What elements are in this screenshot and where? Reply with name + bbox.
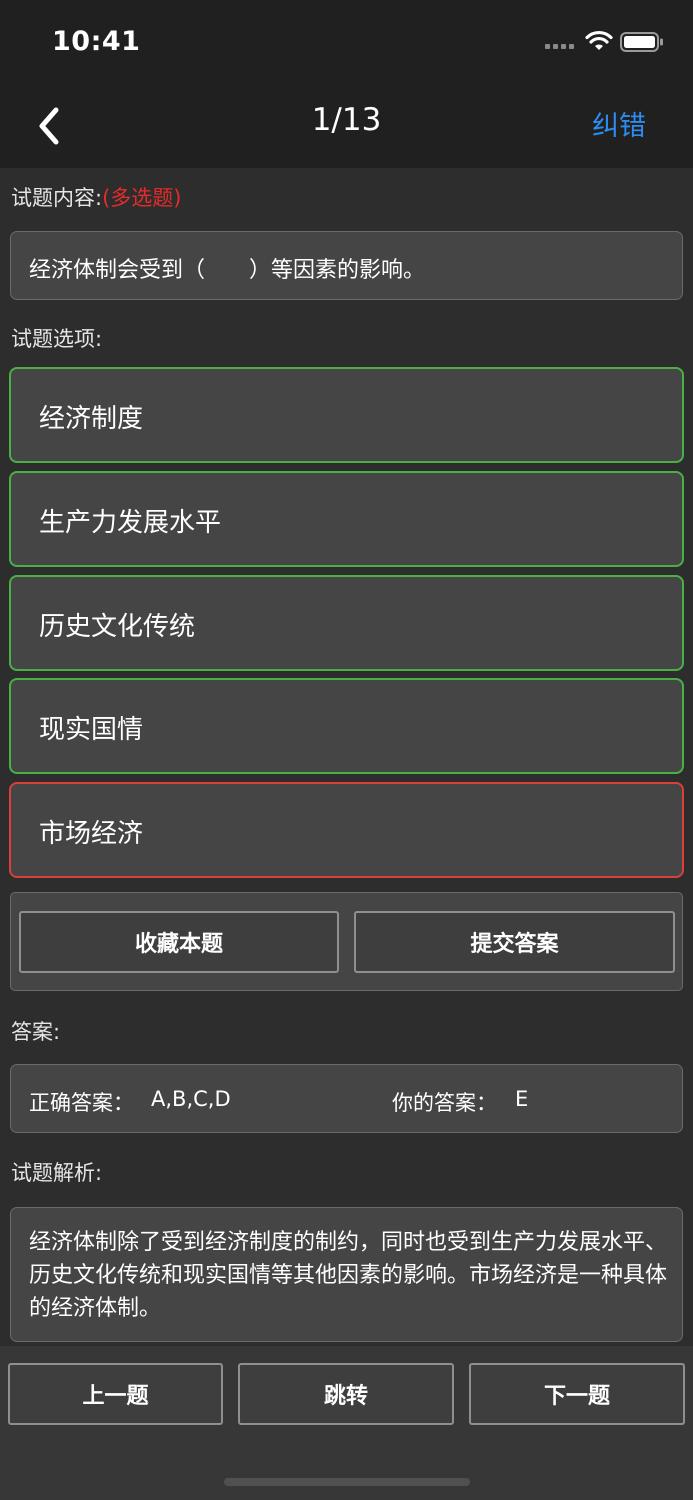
- question-type-tag: (多选题): [102, 186, 182, 210]
- analysis-section-label: 试题解析:: [11, 1161, 103, 1185]
- option-b[interactable]: 生产力发展水平: [9, 471, 684, 567]
- correct-answer-value: A,B,C,D: [151, 1087, 231, 1111]
- analysis-text: 经济体制除了受到经济制度的制约，同时也受到生产力发展水平、历史文化传统和现实国情…: [29, 1230, 668, 1321]
- action-panel: 收藏本题 提交答案: [10, 892, 683, 991]
- answer-box: 正确答案： A,B,C,D 你的答案： E: [10, 1064, 683, 1133]
- option-label: 市场经济: [39, 819, 144, 849]
- option-label: 经济制度: [39, 404, 144, 434]
- option-label: 现实国情: [39, 715, 144, 745]
- page-title: 1/13: [311, 102, 382, 138]
- status-time: 10:41: [52, 26, 141, 57]
- report-error-button[interactable]: 纠错: [592, 104, 646, 143]
- wifi-icon: [585, 30, 613, 50]
- navigation-bar: 1/13 纠错: [0, 84, 693, 168]
- next-question-button[interactable]: 下一题: [469, 1363, 685, 1425]
- question-section-label: 试题内容:(多选题): [11, 182, 181, 212]
- correct-answer-label: 正确答案：: [29, 1091, 134, 1115]
- option-c[interactable]: 历史文化传统: [9, 575, 684, 671]
- answer-section-label: 答案:: [11, 1020, 61, 1044]
- option-label: 生产力发展水平: [39, 508, 222, 538]
- your-answer-value: E: [515, 1087, 529, 1111]
- previous-question-button[interactable]: 上一题: [8, 1363, 223, 1425]
- question-label-text: 试题内容:: [11, 186, 103, 210]
- analysis-box: 经济体制除了受到经济制度的制约，同时也受到生产力发展水平、历史文化传统和现实国情…: [10, 1207, 683, 1342]
- favorite-button[interactable]: 收藏本题: [19, 911, 339, 973]
- option-e[interactable]: 市场经济: [9, 782, 684, 878]
- submit-answer-button[interactable]: 提交答案: [354, 911, 675, 973]
- question-box: 经济体制会受到（ ）等因素的影响。: [10, 231, 683, 300]
- options-section-label: 试题选项:: [11, 327, 103, 351]
- option-label: 历史文化传统: [39, 612, 196, 642]
- home-indicator: [224, 1478, 470, 1486]
- status-bar: 10:41: [0, 0, 693, 84]
- question-text: 经济体制会受到（ ）等因素的影响。: [29, 258, 426, 283]
- jump-button[interactable]: 跳转: [238, 1363, 454, 1425]
- signal-icon: [545, 44, 574, 49]
- option-a[interactable]: 经济制度: [9, 367, 684, 463]
- battery-icon: [620, 32, 663, 52]
- option-d[interactable]: 现实国情: [9, 678, 684, 774]
- your-answer-label: 你的答案：: [392, 1091, 497, 1115]
